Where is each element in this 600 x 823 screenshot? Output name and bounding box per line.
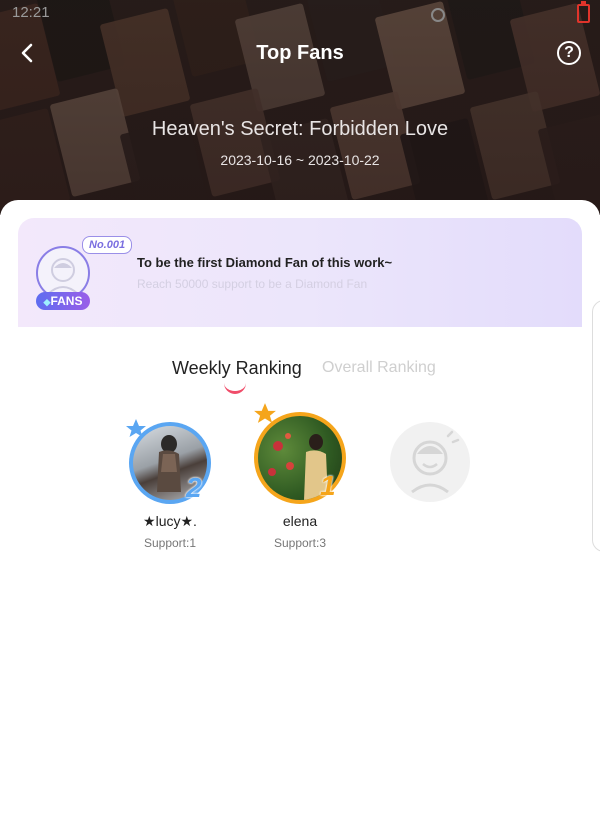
diamond-fan-banner[interactable]: ◆FANS No.001 To be the first Diamond Fan… — [18, 218, 582, 327]
status-indicator-icon — [431, 8, 445, 22]
fan-name: ★lucy★. — [143, 513, 197, 529]
tab-overall-ranking[interactable]: Overall Ranking — [322, 359, 436, 377]
side-panel-edge — [592, 300, 600, 552]
banner-headline: To be the first Diamond Fan of this work… — [137, 255, 393, 270]
help-button[interactable]: ? — [557, 41, 581, 65]
star-badge-icon — [254, 403, 276, 423]
rank-number: 2 — [186, 472, 202, 503]
podium-item-rank-3[interactable] — [380, 420, 480, 560]
work-title: Heaven's Secret: Forbidden Love — [151, 118, 449, 140]
star-badge-icon — [126, 419, 146, 437]
podium-item-rank-2[interactable]: 2 ★lucy★. Support:1 — [120, 419, 220, 560]
tab-weekly-ranking[interactable]: Weekly Ranking — [172, 358, 302, 379]
banner-subtext: Reach 50000 support to be a Diamond Fan — [137, 277, 368, 291]
empty-avatar — [390, 422, 470, 502]
status-time: 12:21 — [12, 4, 50, 21]
person-icon — [47, 258, 79, 295]
rank-number: 1 — [320, 470, 336, 501]
battery-icon — [577, 1, 590, 23]
header-background — [0, 0, 600, 215]
fan-support: Support:1 — [143, 536, 197, 550]
ranking-tabs: Weekly Ranking Overall Ranking — [0, 358, 600, 394]
date-range: 2023-10-16 ~ 2023-10-22 — [220, 152, 380, 168]
content-sheet: ◆FANS No.001 To be the first Diamond Fan… — [0, 200, 600, 823]
fans-badge: ◆FANS — [36, 292, 90, 310]
podium-item-rank-1[interactable]: 1 elena Support:3 — [250, 403, 350, 560]
fan-name: elena — [282, 513, 318, 529]
rank-number-badge: No.001 — [82, 236, 133, 254]
page-title: Top Fans — [256, 42, 344, 64]
person-placeholder-icon — [411, 430, 460, 494]
active-tab-indicator — [224, 380, 246, 394]
fan-support: Support:3 — [273, 536, 327, 550]
